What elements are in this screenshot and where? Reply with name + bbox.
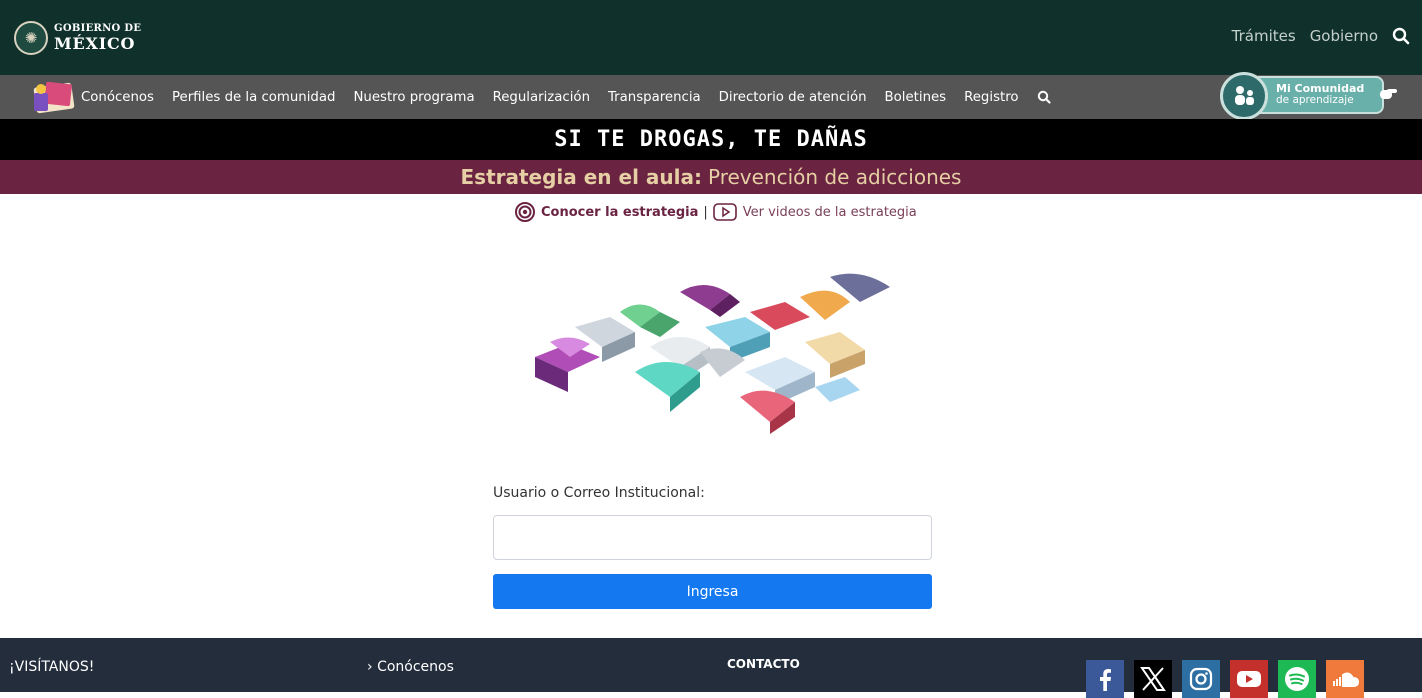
nav-item-perfiles[interactable]: Perfiles de la comunidad	[172, 90, 336, 105]
strategy-bar: Estrategia en el aula: Prevención de adi…	[0, 160, 1422, 194]
comunidad-title: Mi Comunidad	[1276, 82, 1365, 95]
nav-item-conocenos[interactable]: Conócenos	[81, 90, 154, 105]
program-menu: Conócenos Perfiles de la comunidad Nuest…	[81, 75, 1051, 119]
community-people-icon	[1220, 72, 1268, 120]
know-strategy-link[interactable]: Conocer la estrategia	[541, 205, 698, 220]
facebook-icon[interactable]	[1086, 660, 1124, 698]
strategy-title: Prevención de adicciones	[707, 165, 962, 189]
gov-links: Trámites Gobierno	[1232, 27, 1410, 45]
pointing-hand-icon	[1380, 89, 1397, 99]
footer-contact-title: CONTACTO	[727, 657, 800, 671]
mi-comunidad-button[interactable]: Mi Comunidad de aprendizaje	[1220, 72, 1384, 120]
footer-link-conocenos[interactable]: › Conócenos	[367, 659, 454, 675]
nav-item-transparencia[interactable]: Transparencia	[608, 90, 701, 105]
x-twitter-icon[interactable]	[1134, 660, 1172, 698]
site-footer: ¡VISÍTANOS! › Conócenos CONTACTO	[0, 638, 1422, 698]
soundcloud-icon[interactable]	[1326, 660, 1364, 698]
nav-item-regularizacion[interactable]: Regularización	[493, 90, 590, 105]
logo-line-1: GOBIERNO DE	[54, 23, 142, 34]
isometric-rooms-illustration	[535, 273, 890, 434]
chevron-right-icon: ›	[367, 659, 373, 675]
target-icon	[515, 202, 535, 222]
login-button[interactable]: Ingresa	[493, 574, 932, 609]
logo-line-2: MÉXICO	[54, 34, 136, 53]
gobierno-link[interactable]: Gobierno	[1310, 27, 1378, 45]
search-icon[interactable]	[1392, 27, 1410, 45]
play-video-icon	[712, 203, 737, 221]
campaign-banner: SI TE DROGAS, TE DAÑAS	[0, 119, 1422, 160]
nav-item-nuestro-programa[interactable]: Nuestro programa	[353, 90, 474, 105]
government-header: ✺ GOBIERNO DE MÉXICO Trámites Gobierno	[0, 0, 1422, 75]
national-seal-icon: ✺	[14, 21, 48, 55]
strategy-title-bold: Estrategia en el aula:	[460, 165, 702, 189]
gobierno-de-mexico-logo[interactable]: ✺ GOBIERNO DE MÉXICO	[14, 21, 141, 55]
comunidad-subtitle: de aprendizaje	[1276, 93, 1354, 106]
nav-search-icon[interactable]	[1037, 90, 1051, 104]
username-input[interactable]	[493, 515, 932, 560]
footer-link-conocenos-label: Conócenos	[377, 659, 454, 675]
youtube-icon[interactable]	[1230, 660, 1268, 698]
instagram-icon[interactable]	[1182, 660, 1220, 698]
campaign-slogan: SI TE DROGAS, TE DAÑAS	[554, 127, 868, 152]
nav-item-directorio[interactable]: Directorio de atención	[719, 90, 867, 105]
spotify-icon[interactable]	[1278, 660, 1316, 698]
username-label: Usuario o Correo Institucional:	[493, 485, 705, 501]
nav-item-registro[interactable]: Registro	[964, 90, 1018, 105]
tramites-link[interactable]: Trámites	[1232, 27, 1296, 45]
social-links	[1086, 660, 1364, 698]
program-logo-icon[interactable]	[31, 79, 77, 115]
nav-item-boletines[interactable]: Boletines	[885, 90, 947, 105]
watch-videos-link[interactable]: Ver videos de la estrategia	[743, 205, 917, 220]
footer-visit-title: ¡VISÍTANOS!	[9, 659, 95, 675]
program-navbar: Conócenos Perfiles de la comunidad Nuest…	[0, 75, 1422, 119]
link-separator: |	[703, 204, 708, 220]
strategy-links: Conocer la estrategia | Ver videos de la…	[514, 202, 917, 222]
